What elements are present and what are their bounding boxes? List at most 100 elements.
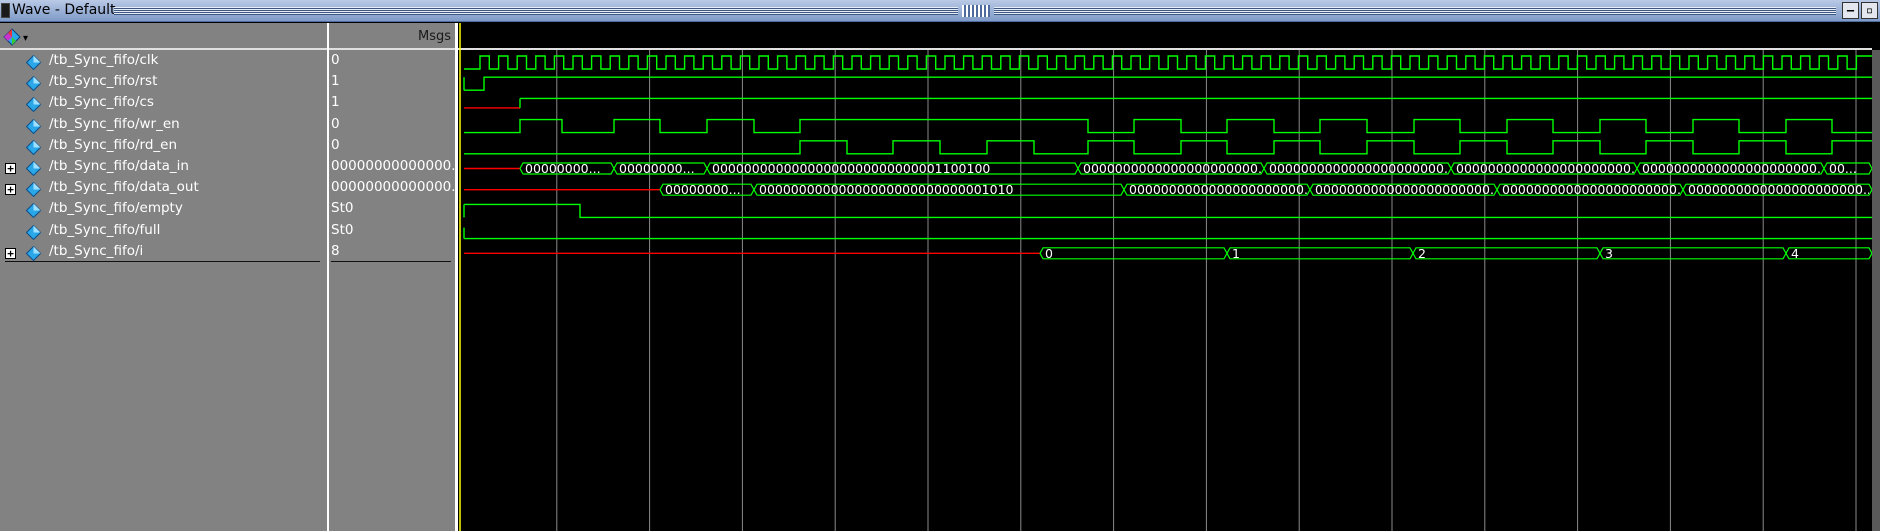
signal-diamond-icon <box>26 224 41 240</box>
signal-name: /tb_Sync_fifo/cs <box>49 94 154 111</box>
signal-value: 0 <box>331 136 340 153</box>
data-in-label: 0000000000000000000000... <box>1083 161 1270 176</box>
signal-row[interactable]: /tb_Sync_fifo/rd_en <box>0 137 327 158</box>
data-out-label: 0000000000000000000000... <box>1129 182 1316 197</box>
signal-name: /tb_Sync_fifo/data_in <box>49 158 189 174</box>
window-menu-icon[interactable] <box>1 3 10 18</box>
restore-icon[interactable]: ▫ <box>1861 2 1878 19</box>
wr-en-wave <box>464 118 1872 134</box>
vertical-scrollbar[interactable] <box>1872 50 1880 531</box>
i-bus-label: 2 <box>1418 246 1426 261</box>
signal-value-pane: Msgs 0 1 1 0 0 00000000000000... 0000000000000… <box>329 23 464 531</box>
signal-diamond-icon <box>26 76 41 92</box>
value-row[interactable]: St0 <box>329 222 455 243</box>
data-in-label: 00... <box>1829 161 1857 176</box>
signal-name: /tb_Sync_fifo/wr_en <box>49 115 180 132</box>
signal-diamond-icon <box>26 161 41 176</box>
signal-diamond-icon <box>26 182 41 198</box>
clk-wave <box>464 55 1872 70</box>
value-row[interactable]: 0 <box>329 52 455 73</box>
signal-diamond-icon <box>26 97 41 113</box>
signal-diamond-icon <box>26 203 41 219</box>
signal-row[interactable]: /tb_Sync_fifo/clk <box>0 52 327 73</box>
list-end-line <box>331 261 451 262</box>
value-row[interactable]: 00000000000000... <box>329 179 464 200</box>
signal-value: 00000000000000... <box>331 158 465 174</box>
empty-wave <box>464 203 1872 219</box>
value-row[interactable]: 0 <box>329 116 455 137</box>
signal-row[interactable]: /tb_Sync_fifo/cs <box>0 94 327 115</box>
data-in-label: 00000000000000000000000000001100100 <box>712 161 990 176</box>
signal-name: /tb_Sync_fifo/empty <box>49 200 183 217</box>
signal-name: /tb_Sync_fifo/i <box>49 242 144 259</box>
signal-value: 1 <box>331 73 340 90</box>
signal-name-pane: ▾ /tb_Sync_fifo/clk/tb_Sync_fifo/rst/tb_… <box>0 23 327 531</box>
signal-row[interactable]: /tb_Sync_fifo/empty <box>0 200 327 221</box>
msgs-header: Msgs <box>417 29 451 44</box>
value-row[interactable]: 1 <box>329 94 455 115</box>
data-out-label: 0000000000000000000000... <box>1502 182 1689 197</box>
value-row[interactable]: St0 <box>329 200 455 221</box>
signal-diamond-icon <box>26 245 41 261</box>
signal-name: /tb_Sync_fifo/rst <box>49 73 158 90</box>
list-end-line <box>5 261 320 262</box>
signal-value: St0 <box>331 221 354 238</box>
data-in-label: 0000000000000000000000... <box>1642 161 1829 176</box>
waveform-pane[interactable]: 00000000... 00000000... 000000000000000000… <box>458 23 1880 531</box>
i-bus-label: 4 <box>1791 246 1799 261</box>
waveform-canvas[interactable]: 00000000... 00000000... 000000000000000000… <box>458 23 1880 531</box>
signal-row[interactable]: /tb_Sync_fifo/full <box>0 222 327 243</box>
i-bus-label: 3 <box>1605 246 1613 261</box>
i-bus-segment <box>1599 247 1787 260</box>
signal-row[interactable]: + /tb_Sync_fifo/data_out <box>0 179 327 200</box>
rd-en-wave <box>464 140 1872 155</box>
signal-name: /tb_Sync_fifo/clk <box>49 52 159 68</box>
value-row[interactable]: 0 <box>329 137 455 158</box>
signal-diamond-icon <box>26 139 41 155</box>
signal-row[interactable]: /tb_Sync_fifo/rst <box>0 73 327 94</box>
i-bus-segment <box>1226 247 1414 260</box>
window-title: Wave - Default <box>12 2 116 18</box>
i-bus-label: 0 <box>1045 246 1053 261</box>
signal-name: /tb_Sync_fifo/data_out <box>49 179 199 196</box>
i-bus-segment <box>1039 247 1228 260</box>
signal-value: 1 <box>331 94 340 111</box>
data-out-label: 00000000... <box>665 182 741 197</box>
minimize-icon[interactable]: – <box>1842 2 1859 19</box>
data-out-label: 0000000000000000000000... <box>1315 182 1502 197</box>
signal-value: 8 <box>331 242 340 259</box>
signal-value: 00000000000000... <box>331 179 465 196</box>
signal-diamond-icon <box>26 55 41 70</box>
data-in-label: 00000000... <box>525 161 601 176</box>
signal-diamond-icon <box>26 118 41 134</box>
signal-name: /tb_Sync_fifo/full <box>49 221 161 238</box>
title-grip-right <box>994 7 1836 15</box>
signal-row[interactable]: + /tb_Sync_fifo/data_in <box>0 158 327 179</box>
expand-plus-icon[interactable]: + <box>5 184 16 196</box>
signal-value: St0 <box>331 200 354 217</box>
signal-name: /tb_Sync_fifo/rd_en <box>49 136 178 153</box>
wave-header <box>458 23 1872 49</box>
wave-logo-icon[interactable] <box>3 28 21 46</box>
i-bus-segment <box>1412 247 1601 260</box>
value-row[interactable]: 00000000000000... <box>329 158 464 179</box>
drag-handle-icon[interactable] <box>962 5 990 17</box>
data-out-label: 00000000000000000000000000001010 <box>759 182 1014 197</box>
title-grip-left <box>114 7 958 15</box>
signal-row[interactable]: /tb_Sync_fifo/wr_en <box>0 116 327 137</box>
value-pane-header: Msgs <box>329 23 455 50</box>
data-in-label: 0000000000000000000000... <box>1269 161 1456 176</box>
expand-plus-icon[interactable]: + <box>5 163 16 174</box>
signal-value: 0 <box>331 115 340 132</box>
value-row[interactable]: 1 <box>329 73 455 94</box>
rst-wave <box>464 76 1872 91</box>
data-in-label: 0000000000000000000000... <box>1456 161 1643 176</box>
data-in-label: 00000000... <box>619 161 695 176</box>
data-out-label: 0000000000000000000000... <box>1688 182 1875 197</box>
chevron-down-icon[interactable]: ▾ <box>23 33 28 44</box>
expand-plus-icon[interactable]: + <box>5 247 16 259</box>
signal-value: 0 <box>331 52 340 68</box>
name-pane-header: ▾ <box>0 23 327 50</box>
title-bar[interactable]: Wave - Default – ▫ <box>0 0 1880 22</box>
i-bus-label: 1 <box>1232 246 1240 261</box>
